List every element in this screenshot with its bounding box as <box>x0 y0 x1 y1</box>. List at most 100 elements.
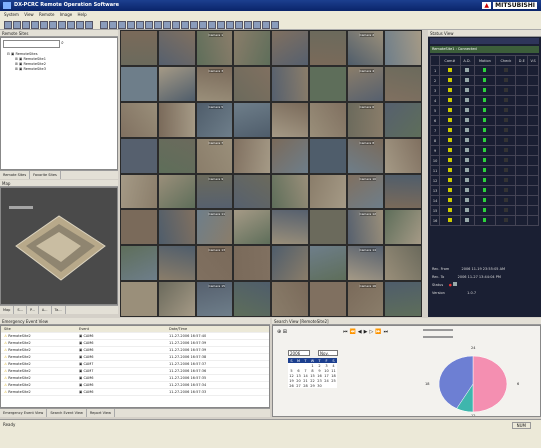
toolbar-button[interactable] <box>262 21 270 29</box>
camera-feed[interactable] <box>271 281 309 317</box>
camera-feed[interactable]: Camera 16 <box>346 281 385 317</box>
camera-feed[interactable] <box>271 209 309 246</box>
site-search-input[interactable] <box>3 40 60 48</box>
calendar-day[interactable]: 24 <box>323 378 330 383</box>
status-row[interactable]: 11 <box>429 165 539 176</box>
pie-slice-pink[interactable] <box>472 355 508 413</box>
camera-feed[interactable] <box>308 101 347 138</box>
camera-feed[interactable]: Camera 8 <box>346 137 385 174</box>
camera-feed[interactable] <box>384 209 422 246</box>
camera-feed[interactable] <box>120 137 158 174</box>
camera-feed[interactable] <box>120 30 158 66</box>
event-row[interactable]: ⚠ RemoteSite2 ▣ CAM6 11-27-2006 16:57:35 <box>1 375 269 382</box>
camera-feed[interactable] <box>233 101 271 138</box>
tab-p[interactable]: P... <box>27 306 39 314</box>
toolbar-button[interactable] <box>253 21 261 29</box>
toolbar-button[interactable] <box>49 21 57 29</box>
camera-feed[interactable] <box>233 137 271 174</box>
calendar-day[interactable]: 26 <box>288 383 295 388</box>
toolbar-button[interactable] <box>271 21 279 29</box>
status-row[interactable]: 13 <box>429 185 539 196</box>
status-row[interactable]: 4 <box>429 95 539 106</box>
menu-image[interactable]: Image <box>60 12 73 17</box>
camera-feed[interactable] <box>233 30 271 66</box>
camera-feed[interactable]: Camera 6 <box>346 101 385 138</box>
menu-remote[interactable]: Remote <box>39 12 54 17</box>
status-row[interactable]: 16 <box>429 215 539 226</box>
camera-feed[interactable] <box>233 65 271 102</box>
camera-feed[interactable]: Camera 9 <box>195 173 234 210</box>
status-row[interactable]: 1 <box>429 65 539 76</box>
tab-ta[interactable]: Ta... <box>52 306 66 314</box>
toolbar-button[interactable] <box>217 21 225 29</box>
toolbar-button[interactable] <box>181 21 189 29</box>
toolbar-button[interactable] <box>163 21 171 29</box>
status-row[interactable]: 14 <box>429 195 539 206</box>
camera-feed[interactable] <box>233 281 271 317</box>
toolbar-button[interactable] <box>208 21 216 29</box>
camera-feed[interactable] <box>384 137 422 174</box>
camera-feed[interactable] <box>157 137 196 174</box>
toolbar-button[interactable] <box>4 21 12 29</box>
toolbar-button[interactable] <box>100 21 108 29</box>
toolbar-button[interactable] <box>109 21 117 29</box>
camera-feed[interactable] <box>157 65 196 102</box>
camera-feed[interactable] <box>120 173 158 210</box>
camera-feed[interactable]: Camera 1 <box>195 30 234 66</box>
calendar-day[interactable]: 28 <box>302 383 309 388</box>
tab-search-event-view[interactable]: Search Event View <box>47 409 87 417</box>
camera-feed[interactable] <box>308 245 347 282</box>
camera-feed[interactable] <box>308 65 347 102</box>
tree-item-site3[interactable]: ⊞ ▣ RemoteSite3 <box>7 67 46 72</box>
toolbar-button[interactable] <box>40 21 48 29</box>
calendar-day[interactable]: 30 <box>316 383 323 388</box>
camera-feed[interactable]: Camera 7 <box>195 137 234 174</box>
camera-feed[interactable] <box>308 281 347 317</box>
calendar-day[interactable]: 27 <box>295 383 302 388</box>
tab-favorite-sites[interactable]: Favorite Sites <box>30 171 61 179</box>
col-datetime[interactable]: Date/Time <box>169 327 187 331</box>
status-row[interactable]: 7 <box>429 125 539 136</box>
search-icon[interactable]: ⌕ <box>61 40 64 46</box>
camera-feed[interactable] <box>384 173 422 210</box>
camera-feed[interactable]: Camera 5 <box>195 101 234 138</box>
camera-feed[interactable] <box>157 245 196 282</box>
status-row[interactable]: 15 <box>429 205 539 216</box>
camera-feed[interactable] <box>157 281 196 317</box>
camera-feed[interactable]: Camera 10 <box>346 173 385 210</box>
camera-feed[interactable] <box>384 281 422 317</box>
year-select[interactable]: 2006 <box>288 350 310 356</box>
tab-map[interactable]: Map <box>0 306 15 314</box>
toolbar-button[interactable] <box>154 21 162 29</box>
toolbar-button[interactable] <box>172 21 180 29</box>
last-frame-icon[interactable]: ⏭ <box>384 329 391 335</box>
menu-help[interactable]: Help <box>78 12 87 17</box>
tab-remote-sites[interactable]: Remote Sites <box>0 171 31 179</box>
toolbar-button[interactable] <box>136 21 144 29</box>
toolbar-button[interactable] <box>22 21 30 29</box>
toolbar-button[interactable] <box>235 21 243 29</box>
camera-feed[interactable] <box>120 209 158 246</box>
event-row[interactable]: ⚠ RemoteSite2 ▣ CAM6 11-27-2006 16:57:39 <box>1 340 269 347</box>
col-event[interactable]: Event <box>79 326 169 332</box>
status-row[interactable]: 5 <box>429 105 539 116</box>
toolbar-button[interactable] <box>199 21 207 29</box>
toolbar-button[interactable] <box>85 21 93 29</box>
camera-feed[interactable] <box>271 245 309 282</box>
camera-feed[interactable] <box>271 101 309 138</box>
toolbar-button[interactable] <box>127 21 135 29</box>
camera-feed[interactable]: Camera 2 <box>346 30 385 66</box>
event-row[interactable]: ⚠ RemoteSite2 ▣ CAM6 11-27-2006 16:57:33 <box>1 389 269 396</box>
month-select[interactable]: Nov. <box>318 350 338 356</box>
camera-feed[interactable] <box>157 209 196 246</box>
toolbar-button[interactable] <box>58 21 66 29</box>
camera-feed[interactable] <box>233 245 271 282</box>
tab-report-view[interactable]: Report View <box>87 409 115 417</box>
camera-feed[interactable]: Camera 3 <box>195 65 234 102</box>
camera-feed[interactable] <box>384 65 422 102</box>
event-row[interactable]: ⚠ RemoteSite2 ▣ CAM6 11-27-2006 16:57:40 <box>1 333 269 340</box>
status-row[interactable]: 6 <box>429 115 539 126</box>
tab-s[interactable]: S... <box>14 306 27 314</box>
zoom-icon[interactable]: ⊕ <box>277 329 281 335</box>
camera-feed[interactable] <box>384 30 422 66</box>
